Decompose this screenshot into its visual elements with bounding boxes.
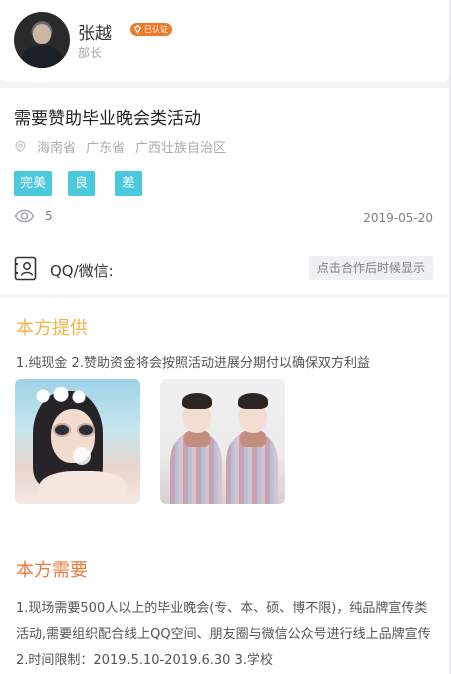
user-name: 张越	[78, 24, 112, 44]
section-divider	[0, 294, 449, 298]
eye-icon	[14, 209, 35, 223]
offer-section-title: 本方提供	[16, 318, 88, 339]
location-pin-icon	[15, 140, 26, 152]
photo-figure	[226, 393, 278, 504]
avatar[interactable]	[14, 12, 70, 68]
region-label: 广西壮族自治区	[135, 140, 227, 156]
verified-badge: 已认证	[130, 23, 172, 36]
contact-card-icon	[14, 256, 37, 281]
photo-shoulder	[39, 471, 127, 504]
offer-photo-2[interactable]	[160, 379, 285, 504]
photo-figure	[170, 393, 222, 504]
photo-bubble	[73, 447, 91, 465]
avatar-face	[33, 24, 51, 44]
tag-bad[interactable]: 差	[115, 171, 143, 196]
contact-reveal-hint[interactable]: 点击合作后时候显示	[308, 256, 433, 280]
user-role: 部长	[78, 46, 103, 60]
location-row: 海南省 广东省 广西壮族自治区	[14, 138, 236, 156]
rating-tags: 完美 良 差	[14, 171, 160, 196]
avatar-body	[22, 46, 62, 68]
verified-icon	[133, 24, 142, 35]
photo-flowers	[31, 387, 91, 405]
contact-row: QQ/微信: 点击合作后时候显示	[14, 256, 435, 282]
photo-sunglasses	[51, 423, 103, 439]
region-label: 海南省	[37, 140, 77, 156]
need-description: 1.现场需要500人以上的毕业晚会(专、本、硕、博不限)，纯品牌宣传类活动,需要…	[16, 601, 431, 668]
publish-date: 2019-05-20	[363, 211, 433, 225]
verified-badge-label: 已认证	[144, 25, 168, 34]
need-section-title: 本方需要	[16, 560, 88, 581]
offer-description: 1.纯现金 2.赞助资金将会按照活动进展分期付以确保双方利益	[16, 356, 370, 371]
view-count-row: 5	[14, 209, 53, 223]
activity-card: 需要赞助毕业晚会类活动 海南省 广东省 广西壮族自治区 完美 良 差 5 201…	[0, 88, 449, 674]
user-header: 张越 已认证 部长	[0, 0, 449, 82]
activity-title: 需要赞助毕业晚会类活动	[14, 109, 201, 129]
page: 张越 已认证 部长 需要赞助毕业晚会类活动 海南省 广东省 广西壮族自治区 完美…	[0, 0, 451, 674]
tag-good[interactable]: 良	[68, 171, 96, 196]
region-label: 广东省	[86, 140, 126, 156]
tag-perfect[interactable]: 完美	[14, 171, 53, 196]
offer-photo-1[interactable]	[15, 379, 140, 504]
contact-label: QQ/微信:	[50, 262, 114, 280]
view-count: 5	[45, 209, 53, 223]
